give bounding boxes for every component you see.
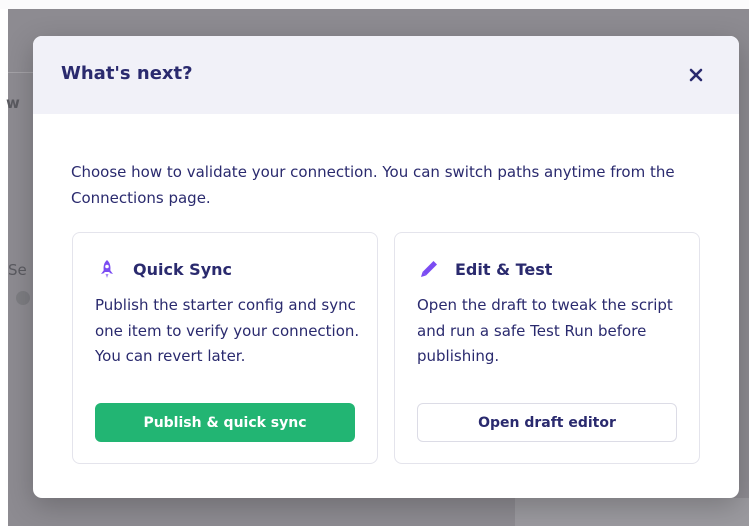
background-label-fragment: Se	[8, 261, 27, 279]
card-title-row: Quick Sync	[97, 259, 232, 279]
publish-quick-sync-button[interactable]: Publish & quick sync	[95, 403, 355, 442]
card-title: Edit & Test	[455, 259, 553, 279]
close-icon	[689, 68, 703, 82]
page-top-bar	[0, 0, 749, 9]
pencil-icon	[419, 259, 439, 279]
open-draft-editor-button[interactable]: Open draft editor	[417, 403, 677, 442]
check-circle-icon	[16, 291, 30, 305]
close-button[interactable]	[683, 62, 709, 88]
edit-test-card: Edit & Test Open the draft to tweak the …	[394, 232, 700, 464]
card-description: Publish the starter config and sync one …	[95, 296, 360, 365]
card-title: Quick Sync	[133, 259, 232, 279]
card-title-row: Edit & Test	[419, 259, 552, 279]
right-panel-edge	[515, 498, 749, 526]
intro-text: Choose how to validate your connection. …	[71, 163, 675, 207]
card-description: Open the draft to tweak the script and r…	[417, 296, 673, 365]
quick-sync-card: Quick Sync Publish the starter config an…	[72, 232, 378, 464]
modal-header: What's next?	[33, 36, 739, 114]
modal-title: What's next?	[61, 63, 193, 84]
background-heading-fragment: w	[6, 94, 20, 112]
left-panel-edge	[0, 9, 8, 526]
whats-next-modal: What's next? Choose how to validate your…	[33, 36, 739, 498]
rocket-icon	[97, 259, 117, 279]
